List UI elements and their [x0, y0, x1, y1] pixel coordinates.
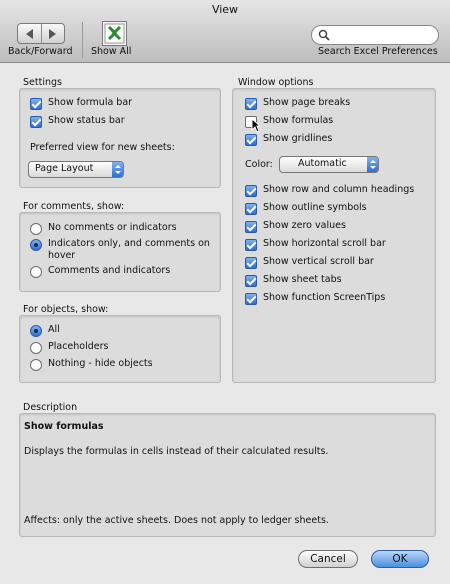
show-all-icon[interactable] — [102, 21, 127, 46]
ok-button[interactable]: OK — [371, 550, 429, 568]
comments-all-radio[interactable] — [30, 266, 42, 278]
show-status-bar-checkbox[interactable] — [30, 116, 42, 128]
show-page-breaks-checkbox[interactable] — [245, 98, 257, 110]
objects-label: For objects, show: — [23, 304, 109, 315]
settings-label: Settings — [23, 77, 62, 88]
color-select[interactable]: Automatic — [279, 156, 379, 173]
show-headings-label: Show row and column headings — [263, 184, 415, 195]
mouse-cursor-icon — [251, 118, 261, 133]
back-arrow-icon — [25, 28, 33, 39]
comments-label: For comments, show: — [23, 201, 125, 212]
preferred-view-select[interactable]: Page Layout — [28, 161, 124, 178]
comments-all-label: Comments and indicators — [48, 265, 171, 276]
show-zero-values-label: Show zero values — [263, 220, 346, 231]
show-vertical-scroll-label: Show vertical scroll bar — [263, 256, 374, 267]
preferred-view-label: Preferred view for new sheets: — [30, 142, 175, 153]
show-status-bar-option[interactable]: Show status bar — [30, 115, 125, 128]
show-status-bar-label: Show status bar — [48, 115, 125, 126]
back-forward-label: Back/Forward — [8, 46, 73, 57]
window-options-label: Window options — [238, 77, 314, 88]
description-text: Displays the formulas in cells instead o… — [24, 446, 329, 457]
comments-none-label: No comments or indicators — [48, 222, 177, 233]
show-outline-symbols-label: Show outline symbols — [263, 202, 367, 213]
objects-placeholders-radio[interactable] — [30, 342, 42, 354]
description-affects: Affects: only the active sheets. Does no… — [24, 515, 329, 526]
show-gridlines-checkbox[interactable] — [245, 134, 257, 146]
toolbar: View Back/Forward Show All Search Excel … — [0, 0, 450, 63]
select-arrows-icon — [367, 157, 378, 172]
description-title: Show formulas — [24, 421, 104, 432]
show-headings-checkbox[interactable] — [245, 185, 257, 197]
objects-option-all[interactable]: All — [30, 324, 60, 337]
comments-indicators-label-line1: Indicators only, and comments on — [48, 238, 210, 249]
objects-nothing-radio[interactable] — [30, 359, 42, 371]
cancel-button[interactable]: Cancel — [298, 550, 358, 568]
back-forward-control[interactable] — [17, 23, 65, 44]
toolbar-divider — [82, 22, 83, 58]
color-label: Color: — [245, 159, 273, 170]
show-horizontal-scroll-checkbox[interactable] — [245, 239, 257, 251]
comments-indicators-radio[interactable] — [30, 239, 42, 251]
show-formula-bar-checkbox[interactable] — [30, 98, 42, 110]
color-select-value: Automatic — [298, 158, 347, 169]
show-outline-symbols-option[interactable]: Show outline symbols — [245, 202, 367, 215]
show-vertical-scroll-option[interactable]: Show vertical scroll bar — [245, 256, 374, 269]
show-horizontal-scroll-option[interactable]: Show horizontal scroll bar — [245, 238, 386, 251]
objects-all-radio[interactable] — [30, 325, 42, 337]
back-button[interactable] — [18, 24, 42, 43]
objects-nothing-label: Nothing - hide objects — [48, 358, 153, 369]
description-label: Description — [23, 402, 78, 413]
show-vertical-scroll-checkbox[interactable] — [245, 257, 257, 269]
window-title: View — [211, 3, 239, 16]
forward-button[interactable] — [42, 24, 65, 43]
objects-option-nothing[interactable]: Nothing - hide objects — [30, 358, 153, 371]
show-formula-bar-label: Show formula bar — [48, 97, 133, 108]
show-sheet-tabs-checkbox[interactable] — [245, 275, 257, 287]
comments-indicators-label: Indicators only, and comments on hover — [48, 238, 210, 262]
comments-option-all[interactable]: Comments and indicators — [30, 265, 170, 278]
show-screentips-label: Show function ScreenTips — [263, 292, 386, 303]
comments-option-none[interactable]: No comments or indicators — [30, 222, 177, 235]
show-formula-bar-option[interactable]: Show formula bar — [30, 97, 132, 110]
show-all-label[interactable]: Show All — [91, 46, 131, 57]
show-horizontal-scroll-label: Show horizontal scroll bar — [263, 238, 386, 249]
show-zero-values-checkbox[interactable] — [245, 221, 257, 233]
comments-indicators-label-line2: hover — [48, 250, 76, 261]
show-headings-option[interactable]: Show row and column headings — [245, 184, 414, 197]
show-zero-values-option[interactable]: Show zero values — [245, 220, 346, 233]
preferred-view-value: Page Layout — [35, 163, 94, 174]
show-screentips-option[interactable]: Show function ScreenTips — [245, 292, 385, 305]
objects-option-placeholders[interactable]: Placeholders — [30, 341, 108, 354]
objects-placeholders-label: Placeholders — [48, 341, 109, 352]
show-formulas-label: Show formulas — [263, 115, 334, 126]
show-gridlines-option[interactable]: Show gridlines — [245, 133, 332, 146]
comments-option-indicators[interactable]: Indicators only, and comments on hover — [30, 238, 210, 262]
show-sheet-tabs-option[interactable]: Show sheet tabs — [245, 274, 342, 287]
show-page-breaks-label: Show page breaks — [263, 97, 351, 108]
show-sheet-tabs-label: Show sheet tabs — [263, 274, 342, 285]
select-arrows-icon — [112, 162, 123, 177]
comments-none-radio[interactable] — [30, 223, 42, 235]
search-icon — [318, 29, 330, 41]
forward-arrow-icon — [49, 28, 57, 39]
search-input[interactable] — [311, 25, 439, 45]
show-gridlines-label: Show gridlines — [263, 133, 333, 144]
show-page-breaks-option[interactable]: Show page breaks — [245, 97, 350, 110]
show-outline-symbols-checkbox[interactable] — [245, 203, 257, 215]
search-label: Search Excel Preferences — [318, 46, 438, 57]
show-screentips-checkbox[interactable] — [245, 293, 257, 305]
objects-all-label: All — [48, 324, 60, 335]
